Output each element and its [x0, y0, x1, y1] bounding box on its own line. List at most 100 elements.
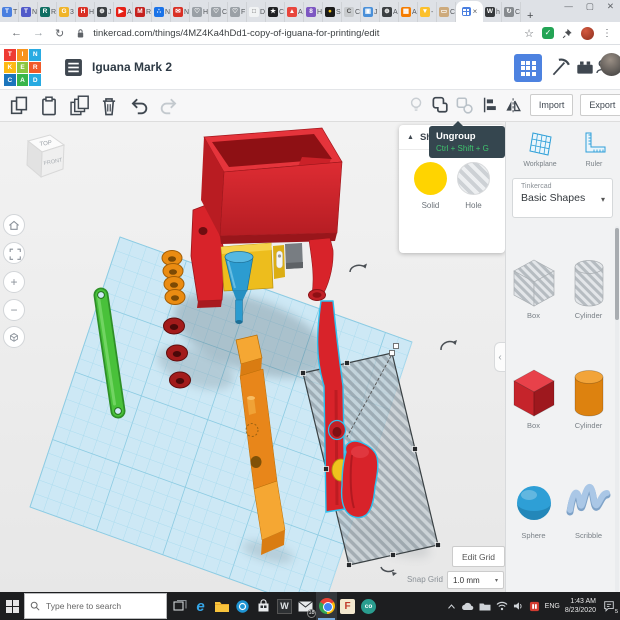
ruler-tool[interactable]: Ruler — [568, 130, 620, 168]
shape-thumb-box[interactable]: Box — [507, 364, 561, 430]
browser-tab[interactable]: □D — [247, 2, 266, 22]
red-tray-app-icon[interactable] — [529, 601, 540, 612]
red-arm[interactable] — [309, 238, 334, 301]
browser-tab[interactable]: ↻C — [502, 2, 521, 22]
copy-icon[interactable] — [8, 95, 30, 117]
undo-icon[interactable] — [128, 95, 150, 117]
gray-block[interactable] — [285, 243, 303, 269]
perspective-toggle-button[interactable] — [3, 326, 25, 348]
chrome-icon[interactable] — [316, 592, 337, 620]
export-button[interactable]: Export — [580, 94, 620, 116]
wifi-icon[interactable] — [496, 601, 508, 611]
store-icon[interactable] — [253, 592, 274, 620]
browser-profile-avatar[interactable] — [581, 27, 594, 40]
shape-thumb-sphere[interactable]: Sphere — [507, 474, 561, 540]
url-text[interactable]: tinkercad.com/things/4MZ4Ka4hDd1-copy-of… — [93, 28, 524, 39]
hidden-icons-chevron[interactable] — [447, 603, 456, 610]
hole-swatch[interactable] — [457, 162, 490, 195]
browser-tab[interactable]: ●S — [323, 2, 342, 22]
tray-folder-icon[interactable] — [479, 602, 491, 611]
browser-tab[interactable]: ∴N — [152, 2, 171, 22]
extension-icon[interactable]: ✓ — [542, 27, 554, 39]
browser-tab[interactable]: ▭C — [437, 2, 456, 22]
fit-view-button[interactable] — [3, 242, 25, 264]
pin-icon[interactable] — [562, 28, 573, 39]
delete-icon[interactable] — [98, 95, 120, 117]
group-icon[interactable] — [430, 94, 450, 116]
browser-tab[interactable]: ▶A — [114, 2, 133, 22]
rotate-arrow-top[interactable] — [350, 264, 367, 273]
snap-grid-dropdown[interactable]: 1.0 mm ▾ — [447, 571, 504, 589]
brick-icon[interactable] — [574, 56, 596, 78]
browser-tab[interactable]: G3 — [57, 2, 76, 22]
tab-close-icon[interactable]: × — [473, 7, 478, 16]
browser-tab[interactable]: Wh — [483, 2, 502, 22]
co-app-icon[interactable]: co — [358, 592, 379, 620]
collapse-panel-icon[interactable]: ▲ — [407, 134, 414, 141]
workplane-tool[interactable]: Workplane — [514, 130, 566, 168]
paste-icon[interactable] — [38, 95, 60, 117]
dashboard-grid-button[interactable] — [514, 54, 542, 82]
zoom-in-button[interactable]: + — [3, 271, 25, 293]
design-menu-icon[interactable] — [64, 58, 83, 77]
bulb-icon[interactable] — [406, 94, 426, 116]
edit-grid-button[interactable]: Edit Grid — [452, 546, 505, 567]
ungroup-icon[interactable] — [454, 94, 474, 116]
mail-icon[interactable]: 18 — [295, 592, 316, 620]
solid-swatch[interactable] — [414, 162, 447, 195]
design-title[interactable]: Iguana Mark 2 — [92, 60, 172, 74]
new-tab-button[interactable]: + — [527, 10, 533, 22]
back-icon[interactable]: ← — [11, 27, 22, 39]
pickaxe-icon[interactable] — [549, 56, 571, 78]
browser-tab[interactable]: RR — [38, 2, 57, 22]
browser-tab[interactable]: ✉N — [171, 2, 190, 22]
active-browser-tab[interactable]: × — [456, 1, 483, 22]
sidebar-collapse-handle[interactable]: ‹ — [494, 342, 505, 372]
redo-icon[interactable] — [158, 95, 180, 117]
language-indicator[interactable]: ENG — [545, 603, 560, 610]
hole-option[interactable]: Hole — [457, 162, 490, 210]
reload-icon[interactable]: ↻ — [55, 27, 64, 40]
file-explorer-icon[interactable] — [211, 592, 232, 620]
cortana-icon[interactable] — [232, 592, 253, 620]
browser-tab[interactable]: ▣J — [361, 2, 380, 22]
browser-tab[interactable]: HH — [76, 2, 95, 22]
zoom-out-button[interactable]: − — [3, 299, 25, 321]
browser-tab[interactable]: ♡F — [228, 2, 247, 22]
sidebar-scrollbar-thumb[interactable] — [615, 228, 619, 320]
bookmark-star-icon[interactable]: ☆ — [524, 27, 534, 40]
home-view-button[interactable] — [3, 214, 25, 236]
browser-tab[interactable]: 8H — [304, 2, 323, 22]
maximize-button[interactable]: ▢ — [586, 1, 594, 12]
align-icon[interactable] — [479, 94, 499, 116]
browser-tab[interactable]: TT — [0, 2, 19, 22]
shape-thumb-box[interactable]: Box — [507, 254, 561, 320]
browser-menu-icon[interactable]: ⋮ — [602, 28, 612, 39]
view-cube[interactable]: TOP FRONT — [20, 127, 72, 189]
browser-tab[interactable]: ♡H — [190, 2, 209, 22]
search-input[interactable] — [44, 600, 154, 612]
browser-tab[interactable]: ▼- — [418, 2, 437, 22]
browser-tab[interactable]: ▦A — [399, 2, 418, 22]
browser-tab[interactable]: ⊕J — [95, 2, 114, 22]
action-center-icon[interactable]: 5 — [601, 598, 617, 614]
w-app-icon[interactable]: W — [274, 592, 295, 620]
import-button[interactable]: Import — [530, 94, 574, 116]
minimize-button[interactable]: — — [564, 1, 573, 12]
task-view-icon[interactable] — [169, 592, 190, 620]
taskbar-search[interactable] — [24, 593, 167, 619]
start-button[interactable] — [0, 592, 24, 620]
duplicate-icon[interactable] — [68, 95, 90, 117]
account-avatar[interactable] — [600, 53, 620, 76]
solid-option[interactable]: Solid — [414, 162, 447, 210]
rotate-arrow-right[interactable] — [441, 340, 457, 350]
shape-thumb-scribble[interactable]: Scribble — [562, 474, 616, 540]
mirror-icon[interactable] — [503, 94, 523, 116]
volume-icon[interactable] — [513, 601, 524, 611]
browser-tab[interactable]: TN — [19, 2, 38, 22]
tinkercad-logo[interactable]: TINKERCAD — [4, 49, 41, 86]
browser-tab[interactable]: MR — [133, 2, 152, 22]
forward-icon[interactable]: → — [33, 27, 44, 39]
browser-tab[interactable]: ★C — [266, 2, 285, 22]
shape-thumb-cylinder[interactable]: Cylinder — [562, 364, 616, 430]
